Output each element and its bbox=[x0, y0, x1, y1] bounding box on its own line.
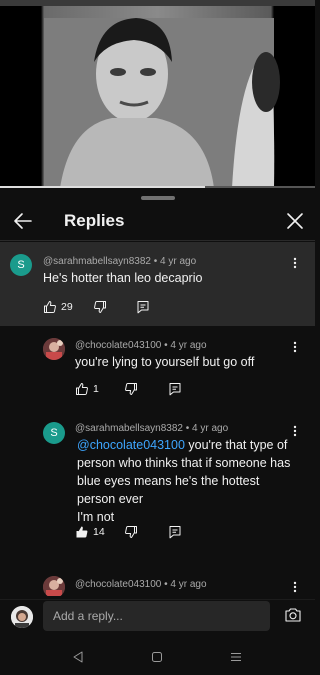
avatar[interactable]: S bbox=[10, 254, 32, 276]
comment-actions: 14 bbox=[75, 524, 195, 542]
like-count: 1 bbox=[93, 383, 99, 395]
more-vert-icon[interactable] bbox=[288, 424, 302, 438]
reply-comment-icon[interactable] bbox=[168, 382, 182, 396]
reply-comment: @chocolate043100 • 4 yr ago bbox=[0, 572, 315, 596]
comment-meta: @sarahmabellsayn8382 • 4 yr ago bbox=[43, 256, 197, 267]
avatar[interactable] bbox=[43, 576, 65, 596]
thumb-up-icon[interactable] bbox=[75, 382, 89, 396]
avatar[interactable] bbox=[43, 338, 65, 360]
header-divider bbox=[0, 240, 315, 241]
thumb-up-icon[interactable] bbox=[43, 300, 57, 314]
replies-panel: Replies S @sarahmabellsayn8382 • 4 yr ag… bbox=[0, 188, 315, 675]
avatar[interactable]: S bbox=[43, 422, 65, 444]
parent-comment: S @sarahmabellsayn8382 • 4 yr ago He's h… bbox=[0, 242, 315, 326]
comment-meta: @sarahmabellsayn8382 • 4 yr ago bbox=[75, 423, 229, 434]
nav-home-icon[interactable] bbox=[150, 650, 164, 664]
like-count: 14 bbox=[93, 526, 105, 538]
comment-text: @chocolate043100 you're that type of per… bbox=[77, 438, 291, 524]
nav-menu-icon[interactable] bbox=[229, 650, 243, 664]
arrow-left-icon[interactable] bbox=[10, 208, 36, 234]
comment-actions: 1 bbox=[75, 381, 195, 399]
more-vert-icon[interactable] bbox=[288, 256, 302, 270]
user-avatar[interactable] bbox=[11, 606, 33, 628]
thumb-down-icon[interactable] bbox=[93, 300, 107, 314]
nav-back-icon[interactable] bbox=[71, 650, 85, 664]
comment-text: you're lying to yourself but go off bbox=[75, 355, 255, 369]
reply-comment: S @sarahmabellsayn8382 • 4 yr ago @choco… bbox=[0, 416, 315, 556]
replies-header: Replies bbox=[0, 202, 315, 242]
page-title: Replies bbox=[64, 211, 125, 230]
like-count: 29 bbox=[61, 301, 73, 313]
reply-bar bbox=[0, 599, 315, 641]
comment-actions: 29 bbox=[43, 299, 163, 317]
comment-text: He's hotter than leo decaprio bbox=[43, 271, 203, 285]
video-player[interactable] bbox=[0, 6, 315, 188]
video-frame bbox=[0, 6, 315, 188]
comment-meta: @chocolate043100 • 4 yr ago bbox=[75, 340, 207, 351]
reply-comment-icon[interactable] bbox=[168, 525, 182, 539]
thumb-down-icon[interactable] bbox=[124, 525, 138, 539]
thumb-up-filled-icon[interactable] bbox=[75, 525, 89, 539]
reply-input[interactable] bbox=[43, 601, 270, 631]
thumb-down-icon[interactable] bbox=[124, 382, 138, 396]
mention-link[interactable]: @chocolate043100 bbox=[77, 438, 185, 452]
camera-icon[interactable] bbox=[284, 606, 302, 624]
reply-comment-icon[interactable] bbox=[136, 300, 150, 314]
drag-handle[interactable] bbox=[141, 196, 175, 200]
system-nav-bar bbox=[0, 641, 315, 675]
more-vert-icon[interactable] bbox=[288, 580, 302, 594]
comment-meta: @chocolate043100 • 4 yr ago bbox=[75, 579, 207, 590]
reply-comment: @chocolate043100 • 4 yr ago you're lying… bbox=[0, 330, 315, 400]
more-vert-icon[interactable] bbox=[288, 340, 302, 354]
close-icon[interactable] bbox=[282, 208, 308, 234]
